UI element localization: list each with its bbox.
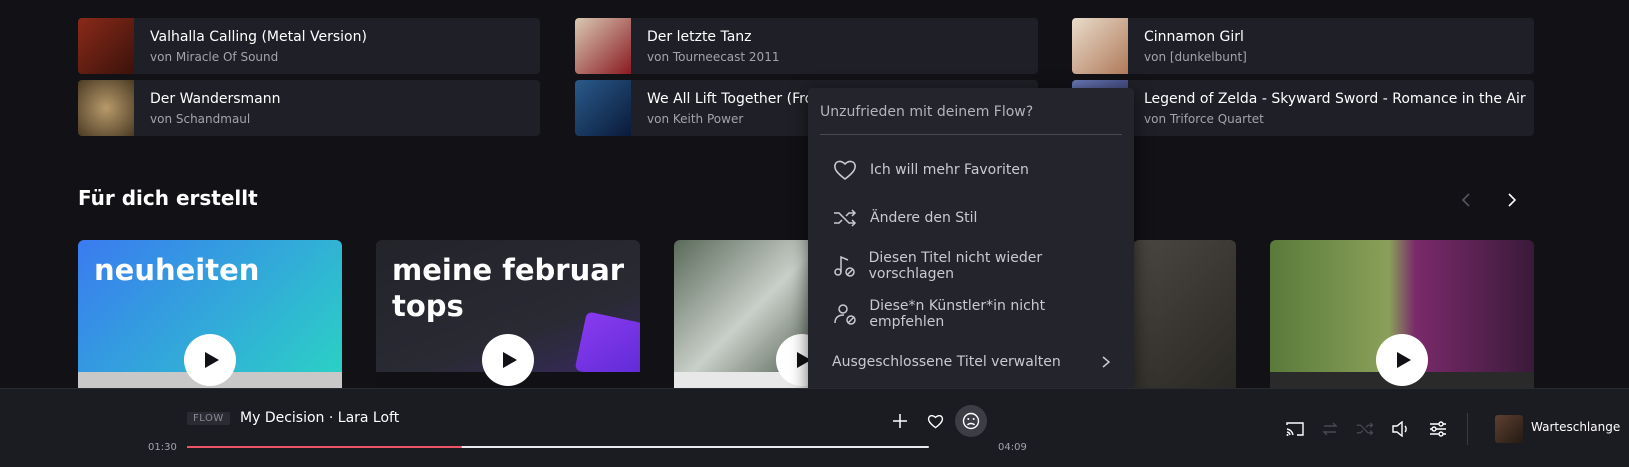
- add-to-playlist-button[interactable]: [884, 405, 916, 437]
- heart-icon: [927, 414, 943, 428]
- flow-card-label: neuheiten: [94, 253, 260, 287]
- track-title: Legend of Zelda - Skyward Sword - Romanc…: [1144, 90, 1526, 107]
- track-card[interactable]: Cinnamon Girl von [dunkelbunt]: [1072, 18, 1534, 74]
- track-cover: [1072, 18, 1128, 74]
- now-playing-title[interactable]: My Decision · Lara Loft: [240, 410, 399, 426]
- track-title: Der Wandersmann: [150, 90, 281, 107]
- track-card[interactable]: Valhalla Calling (Metal Version) von Mir…: [78, 18, 540, 74]
- chevron-right-icon: [1508, 193, 1517, 207]
- play-icon: [503, 352, 517, 368]
- sliders-icon: [1430, 421, 1446, 437]
- track-card[interactable]: Der Wandersmann von Schandmaul: [78, 80, 540, 136]
- play-button[interactable]: [482, 334, 534, 386]
- flow-badge: FLOW: [187, 412, 230, 425]
- queue-thumbnail[interactable]: [1495, 415, 1523, 443]
- flow-card-mix[interactable]: [1270, 240, 1534, 390]
- repeat-icon: [1322, 422, 1338, 436]
- player-divider: [1467, 413, 1468, 445]
- track-card[interactable]: Legend of Zelda - Skyward Sword - Romanc…: [1072, 80, 1534, 136]
- flow-feedback-popup: Unzufrieden mit deinem Flow? Ich will me…: [808, 88, 1134, 394]
- chevron-left-icon: [1461, 193, 1470, 207]
- plus-icon: [893, 414, 907, 428]
- change-style-option[interactable]: Ändere den Stil: [832, 203, 1118, 233]
- audio-settings-button[interactable]: [1422, 413, 1454, 445]
- track-artist: von Triforce Quartet: [1144, 111, 1264, 126]
- favorite-button[interactable]: [919, 405, 951, 437]
- track-title: Der letzte Tanz: [647, 28, 752, 45]
- chevron-right-icon: [1102, 356, 1110, 368]
- player-bar: FLOW My Decision · Lara Loft 01:30 04:09…: [0, 388, 1629, 467]
- flow-card-februar-tops[interactable]: meine februar tops: [376, 240, 640, 390]
- track-artist: von Tourneecast 2011: [647, 49, 780, 64]
- music-note-block-icon: [834, 255, 856, 277]
- flow-feedback-button[interactable]: [955, 405, 987, 437]
- flow-card-band[interactable]: [1133, 240, 1236, 390]
- option-label: Diese*n Künstler*in nicht empfehlen: [869, 298, 1046, 330]
- progress-bar[interactable]: [187, 446, 929, 448]
- carousel-next-button[interactable]: [1500, 188, 1524, 212]
- dont-recommend-artist-option[interactable]: Diese*n Künstler*in nicht empfehlen: [832, 298, 1118, 330]
- flow-card-neuheiten[interactable]: neuheiten: [78, 240, 342, 390]
- carousel-prev-button[interactable]: [1454, 188, 1478, 212]
- track-title: We All Lift Together (Fron: [647, 90, 823, 107]
- volume-button[interactable]: [1385, 413, 1417, 445]
- track-artist: von Schandmaul: [150, 111, 251, 126]
- heart-icon: [834, 160, 856, 181]
- shuffle-icon: [1356, 422, 1374, 436]
- track-cover: [78, 18, 134, 74]
- duration-time: 04:09: [998, 442, 1027, 453]
- option-label: Ändere den Stil: [870, 210, 978, 226]
- track-artist: von Miracle Of Sound: [150, 49, 279, 64]
- play-button[interactable]: [1376, 334, 1428, 386]
- track-cover: [575, 80, 631, 136]
- popup-heading: Unzufrieden mit deinem Flow?: [820, 104, 1034, 120]
- manage-excluded-tracks-option[interactable]: Ausgeschlossene Titel verwalten: [832, 347, 1118, 377]
- dont-suggest-track-option[interactable]: Diesen Titel nicht wieder vorschlagen: [832, 250, 1118, 282]
- repeat-button[interactable]: [1314, 413, 1346, 445]
- option-label: Ich will mehr Favoriten: [870, 162, 1029, 178]
- track-artist: von Keith Power: [647, 111, 744, 126]
- speaker-icon: [1392, 421, 1407, 437]
- sad-face-icon: [962, 412, 980, 430]
- popup-divider: [820, 134, 1122, 135]
- cast-button[interactable]: [1279, 413, 1311, 445]
- play-icon: [1397, 352, 1411, 368]
- option-label: Ausgeschlossene Titel verwalten: [832, 354, 1061, 370]
- section-title: Für dich erstellt: [78, 186, 258, 210]
- more-favorites-option[interactable]: Ich will mehr Favoriten: [832, 155, 1118, 185]
- track-cover: [575, 18, 631, 74]
- play-icon: [205, 352, 219, 368]
- flow-card-violin[interactable]: [674, 240, 824, 390]
- play-button[interactable]: [184, 334, 236, 386]
- user-block-icon: [833, 304, 856, 325]
- elapsed-time: 01:30: [148, 442, 177, 453]
- queue-button[interactable]: Warteschlange: [1531, 420, 1620, 434]
- track-card[interactable]: Der letzte Tanz von Tourneecast 2011: [575, 18, 1038, 74]
- track-cover: [78, 80, 134, 136]
- shuffle-icon: [834, 209, 857, 227]
- track-title: Cinnamon Girl: [1144, 28, 1244, 45]
- option-label: Diesen Titel nicht wieder vorschlagen: [868, 250, 1043, 282]
- cast-icon: [1286, 422, 1304, 436]
- track-artist: von [dunkelbunt]: [1144, 49, 1247, 64]
- progress-fill: [187, 446, 462, 448]
- track-title: Valhalla Calling (Metal Version): [150, 28, 367, 45]
- shuffle-button[interactable]: [1349, 413, 1381, 445]
